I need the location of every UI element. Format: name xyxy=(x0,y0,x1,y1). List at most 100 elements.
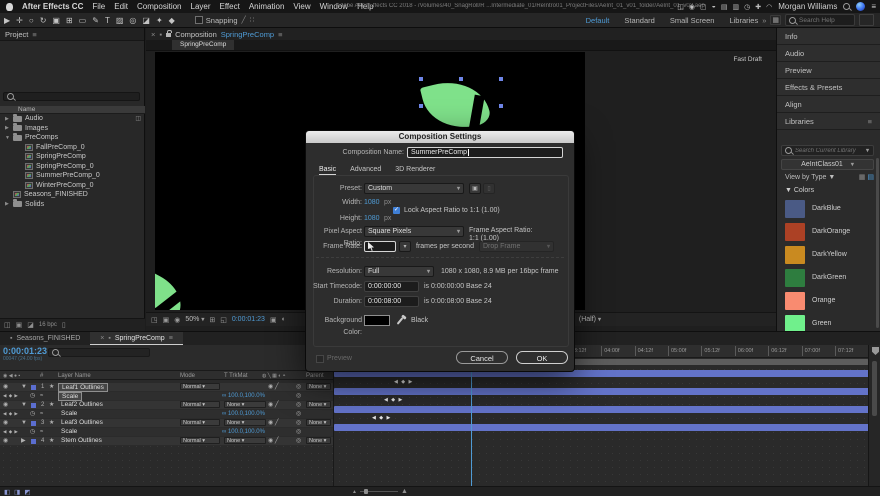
screen-record-icon[interactable]: ◉ xyxy=(689,3,695,11)
height-value[interactable]: 1080 xyxy=(364,213,380,225)
resolution-dropdown[interactable]: (Half) ▾ xyxy=(579,316,601,323)
parent-pickwhip-icon[interactable]: ◎ xyxy=(296,437,301,445)
keyframe-navigator[interactable]: ◀ ◆ ▶ xyxy=(3,428,18,436)
battery-icon[interactable]: ◒ xyxy=(712,3,716,11)
pixel-aspect-dropdown[interactable]: Square Pixels▾ xyxy=(364,226,464,237)
delete-icon[interactable]: ▯ xyxy=(62,321,66,329)
new-folder-icon[interactable]: ▣ xyxy=(16,321,23,329)
snap-features-icon[interactable]: ∷ xyxy=(250,16,254,24)
graph-editor-icon[interactable]: ◩ xyxy=(24,488,30,496)
close-icon[interactable]: × xyxy=(151,30,155,39)
magnification-dropdown[interactable]: 50% ▾ xyxy=(185,316,204,323)
workspace-standard[interactable]: Standard xyxy=(624,16,654,25)
menu-after-effects-cc[interactable]: After Effects CC xyxy=(22,2,83,11)
snapshot-icon[interactable]: ▣ xyxy=(163,316,170,324)
selection-handle[interactable] xyxy=(499,77,503,81)
apple-icon[interactable] xyxy=(6,3,13,11)
zoom-tool[interactable]: ○ xyxy=(29,16,34,25)
project-search[interactable] xyxy=(3,92,140,101)
shape-tool[interactable]: ▭ xyxy=(79,16,87,25)
column-layer-name[interactable]: Layer Name xyxy=(58,372,91,380)
property-row-scale[interactable]: ◀ ◆ ▶◷≈Scale∞ 100.0,100.0%◎ xyxy=(0,428,333,437)
layer-color-chip[interactable] xyxy=(31,439,36,444)
rotate-tool[interactable]: ↻ xyxy=(40,16,47,25)
trkmat-dropdown[interactable]: None ▾ xyxy=(224,437,266,444)
frame-rate-input[interactable] xyxy=(364,241,396,252)
background-color-swatch[interactable] xyxy=(364,315,390,326)
composition-name-input[interactable]: SummerPreComp xyxy=(407,147,563,158)
timeline-search[interactable] xyxy=(48,348,150,357)
display-icon[interactable]: ◫ xyxy=(677,3,684,11)
twirl-icon[interactable]: ▶ xyxy=(5,201,10,207)
menu-edit[interactable]: Edit xyxy=(114,2,128,11)
type-tool[interactable]: T xyxy=(105,16,110,25)
snapping-toggle[interactable]: Snapping xyxy=(195,16,238,25)
plus-icon[interactable]: ✚ xyxy=(755,3,761,11)
window-icon[interactable]: ▢ xyxy=(700,3,707,11)
timeline-tab-seasons-finished[interactable]: ▪Seasons_FINISHED xyxy=(0,332,90,345)
library-select-dropdown[interactable]: AeIntClass01 ▾ xyxy=(781,159,874,170)
layer-row-leaf3-outlines[interactable]: ◉▼3★Leaf3 OutlinesNormal ▾None ▾◉ ╱◎None… xyxy=(0,419,333,428)
layer-switches[interactable]: ◉ ╱ xyxy=(268,437,279,445)
duration-input[interactable]: 0:00:08:00 xyxy=(364,296,419,307)
panel-menu-icon[interactable]: ≡ xyxy=(32,30,36,39)
menu-file[interactable]: File xyxy=(92,2,105,11)
tree-item-solids[interactable]: ▶Solids xyxy=(0,200,145,210)
ok-button[interactable]: OK xyxy=(516,351,568,364)
project-name-column-header[interactable]: Name xyxy=(0,106,145,114)
layer-switches[interactable]: ◉ ╱ xyxy=(268,419,279,427)
hand-tool[interactable]: ✛ xyxy=(16,16,23,25)
selection-handle[interactable] xyxy=(419,77,423,81)
color-item-darkblue[interactable]: DarkBlue xyxy=(777,197,877,220)
color-item-darkgreen[interactable]: DarkGreen xyxy=(777,266,877,289)
tree-item-audio[interactable]: ▶Audio◫ xyxy=(0,114,145,124)
tree-item-seasons-finished[interactable]: Seasons_FINISHED xyxy=(0,190,145,200)
pan-behind-tool[interactable]: ⊞ xyxy=(66,16,73,25)
chevron-down-icon[interactable]: ▾ xyxy=(866,147,869,154)
twirl-icon[interactable]: ▶ xyxy=(21,437,26,445)
layer-switches[interactable]: ◉ ╱ xyxy=(268,401,279,409)
viewer-comp-name[interactable]: SpringPreComp xyxy=(221,30,274,39)
tab-springprecomp[interactable]: SpringPreComp xyxy=(172,40,234,50)
stopwatch-icon[interactable]: ◷ xyxy=(30,392,35,400)
project-flowchart-icon[interactable]: ◫ xyxy=(4,321,11,329)
layer-duration-bar[interactable] xyxy=(334,424,869,431)
start-timecode-input[interactable]: 0:00:00:00 xyxy=(364,281,419,292)
column-mode[interactable]: Mode xyxy=(180,372,195,380)
current-time-display[interactable]: 0:00:01:23 xyxy=(3,346,47,356)
layer-name[interactable]: Leaf3 Outlines xyxy=(58,419,106,427)
menu-composition[interactable]: Composition xyxy=(137,2,181,11)
resolution-dropdown[interactable]: Full▾ xyxy=(364,266,434,277)
preset-dropdown[interactable]: Custom▾ xyxy=(364,183,464,194)
zoom-thumb[interactable] xyxy=(364,489,368,494)
property-row-scale[interactable]: ◀ ◆ ▶◷≈Scale∞ 100.0,100.0%◎ xyxy=(0,410,333,419)
selection-handle[interactable] xyxy=(419,104,423,108)
close-icon[interactable]: × xyxy=(100,335,104,342)
eyedropper-icon[interactable] xyxy=(397,317,404,324)
blend-mode-dropdown[interactable]: Normal ▾ xyxy=(180,419,220,426)
parent-dropdown[interactable]: None ▾ xyxy=(306,401,331,408)
puppet-pin-tool[interactable]: ◆ xyxy=(169,16,175,25)
workspace-libraries[interactable]: Libraries xyxy=(729,16,758,25)
parent-pickwhip-icon[interactable]: ◎ xyxy=(296,401,301,409)
twirl-icon[interactable]: ▼ xyxy=(21,419,27,427)
dialog-title[interactable]: Composition Settings xyxy=(306,131,574,143)
bit-depth-button[interactable]: 16 bpc xyxy=(39,322,57,328)
library-search-input[interactable] xyxy=(795,148,863,154)
blend-mode-dropdown[interactable]: Normal ▾ xyxy=(180,383,220,390)
parent-dropdown[interactable]: None ▾ xyxy=(306,419,331,426)
blend-mode-dropdown[interactable]: Normal ▾ xyxy=(180,401,220,408)
layer-name[interactable]: Leaf1 Outlines xyxy=(58,383,108,392)
region-of-interest-icon[interactable]: ◱ xyxy=(220,316,227,324)
tab-project[interactable]: Project xyxy=(5,30,28,39)
panel-menu-icon[interactable]: ≡ xyxy=(278,30,282,39)
pen-tool[interactable]: ✎ xyxy=(92,16,99,25)
layer-duration-bar[interactable] xyxy=(334,406,869,413)
show-channel-icon[interactable]: ◉ xyxy=(174,316,180,324)
tree-item-winterprecomp-0[interactable]: WinterPreComp_0 xyxy=(0,181,145,191)
frame-rate-chevron-button[interactable]: ▾ xyxy=(399,241,411,252)
layer-row-leaf2-outlines[interactable]: ◉▼2★Leaf2 OutlinesNormal ▾None ▾◉ ╱◎None… xyxy=(0,401,333,410)
list-view-icon[interactable]: ▤ xyxy=(867,174,874,181)
dialog-tab-3d-renderer[interactable]: 3D Renderer xyxy=(395,164,435,175)
workspace-default[interactable]: Default xyxy=(586,16,610,25)
